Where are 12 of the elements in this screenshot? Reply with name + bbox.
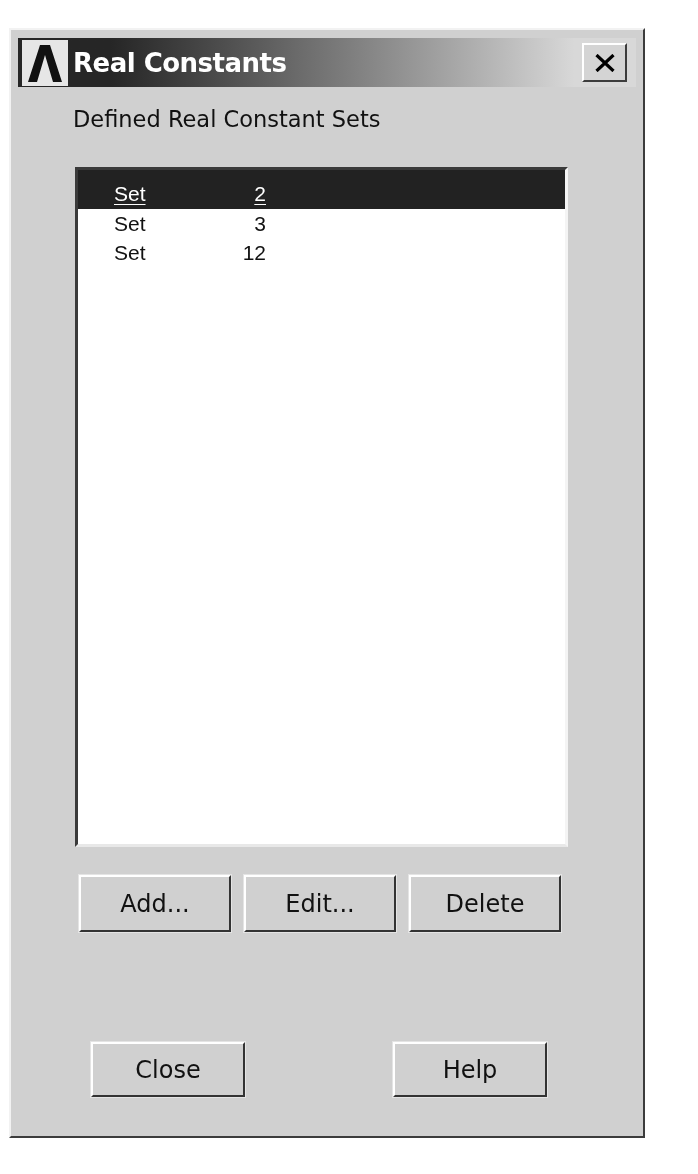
action-button[interactable]: Edit... <box>244 875 396 932</box>
action-button[interactable]: Delete <box>409 875 561 932</box>
action-button[interactable]: Add... <box>79 875 231 932</box>
window-title: Real Constants <box>73 49 287 76</box>
close-button[interactable] <box>582 43 627 82</box>
logo-icon <box>22 39 68 86</box>
list-box[interactable]: Set 2 Set 3 Set 12 <box>75 167 568 847</box>
list-item[interactable]: Set 2 <box>78 170 565 209</box>
list-label: Defined Real Constant Sets <box>73 105 381 133</box>
footer-button[interactable]: Close <box>91 1042 245 1097</box>
footer-button[interactable]: Help <box>393 1042 547 1097</box>
close-icon <box>594 53 615 72</box>
